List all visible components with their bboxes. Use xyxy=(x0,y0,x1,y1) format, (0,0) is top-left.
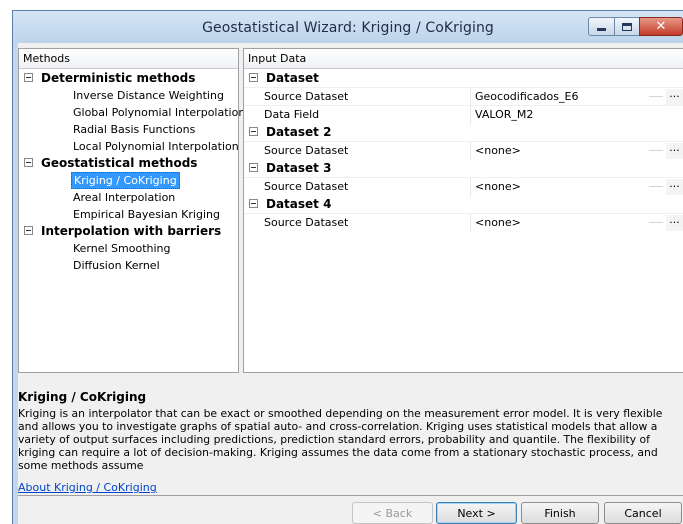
browse-button[interactable]: ... xyxy=(666,142,683,159)
tree-item-label: Areal Interpolation xyxy=(73,191,176,204)
dropdown-indicator xyxy=(649,222,663,223)
tree-item-label: Local Polynomial Interpolation xyxy=(73,140,239,153)
property-value[interactable]: VALOR_M2 xyxy=(475,108,652,124)
input-data-grid: Dataset Source Dataset Geocodificados_E6..… xyxy=(244,69,683,232)
methods-panel: Methods Deterministic methods Inverse Dis… xyxy=(18,48,245,373)
back-button[interactable]: < Back xyxy=(352,502,433,524)
dataset-section[interactable]: Dataset 3 xyxy=(244,159,683,177)
property-value[interactable]: Geocodificados_E6 xyxy=(475,90,652,106)
next-button[interactable]: Next > xyxy=(436,502,517,524)
dataset-section-label: Dataset 4 xyxy=(266,197,332,211)
tree-group-label: Deterministic methods xyxy=(41,71,196,85)
dropdown-indicator xyxy=(649,186,663,187)
wizard-client-area: Methods Deterministic methods Inverse Dis… xyxy=(18,43,683,524)
column-separator xyxy=(470,178,471,196)
property-row: Source Dataset Geocodificados_E6... xyxy=(244,87,683,106)
cancel-button[interactable]: Cancel xyxy=(604,502,682,524)
property-value[interactable]: <none> xyxy=(475,180,652,196)
property-value[interactable]: <none> xyxy=(475,144,652,160)
about-method-link[interactable]: About Kriging / CoKriging xyxy=(18,481,157,494)
tree-item[interactable]: Kernel Smoothing xyxy=(19,240,238,257)
collapse-icon[interactable] xyxy=(249,199,258,208)
dataset-section-label: Dataset xyxy=(266,71,319,85)
tree-group[interactable]: Geostatistical methods xyxy=(19,155,238,172)
dropdown-indicator xyxy=(649,96,663,97)
tree-item[interactable]: Inverse Distance Weighting xyxy=(19,87,238,104)
browse-button[interactable]: ... xyxy=(666,88,683,105)
tree-item[interactable]: Global Polynomial Interpolation xyxy=(19,104,245,121)
tree-group[interactable]: Interpolation with barriers xyxy=(19,223,238,240)
input-data-header: Input Data xyxy=(244,49,683,69)
collapse-icon[interactable] xyxy=(249,163,258,172)
property-name: Data Field xyxy=(264,108,320,121)
property-name: Source Dataset xyxy=(264,216,349,229)
methods-header: Methods xyxy=(19,49,238,69)
minimize-button[interactable] xyxy=(588,17,615,36)
dataset-section[interactable]: Dataset xyxy=(244,69,683,87)
tree-group-label: Interpolation with barriers xyxy=(41,224,222,238)
browse-button[interactable]: ... xyxy=(666,214,683,231)
tree-item-label: Global Polynomial Interpolation xyxy=(73,106,246,119)
window-title: Geostatistical Wizard: Kriging / CoKrigi… xyxy=(202,20,494,36)
collapse-icon[interactable] xyxy=(24,73,33,82)
tree-item[interactable]: Diffusion Kernel xyxy=(19,257,238,274)
tree-group[interactable]: Deterministic methods xyxy=(19,70,238,87)
tree-item-label: Radial Basis Functions xyxy=(73,123,196,136)
browse-button[interactable]: ... xyxy=(666,178,683,195)
maximize-button[interactable] xyxy=(614,17,640,36)
collapse-icon[interactable] xyxy=(24,226,33,235)
property-name: Source Dataset xyxy=(264,180,349,193)
minimize-icon xyxy=(597,28,606,31)
property-row: Source Dataset <none>... xyxy=(244,141,683,160)
column-separator xyxy=(470,142,471,160)
divider xyxy=(18,495,683,496)
tree-item-label: Empirical Bayesian Kriging xyxy=(73,208,220,221)
tree-item[interactable]: Local Polynomial Interpolation xyxy=(19,138,239,155)
property-name: Source Dataset xyxy=(264,144,349,157)
column-separator xyxy=(470,106,471,124)
tree-item-label: Inverse Distance Weighting xyxy=(73,89,224,102)
close-icon: ✕ xyxy=(655,19,667,34)
maximize-icon xyxy=(622,22,632,31)
description-text: Kriging is an interpolator that can be e… xyxy=(18,407,663,472)
input-data-panel: Input Data Dataset Source Dataset Geocodif… xyxy=(243,48,683,373)
close-button[interactable]: ✕ xyxy=(639,17,683,36)
dataset-section-label: Dataset 2 xyxy=(266,125,332,139)
column-separator xyxy=(470,214,471,232)
collapse-icon[interactable] xyxy=(249,73,258,82)
dataset-section-label: Dataset 3 xyxy=(266,161,332,175)
dataset-section[interactable]: Dataset 4 xyxy=(244,195,683,213)
property-name: Source Dataset xyxy=(264,90,349,103)
property-row: Source Dataset <none>... xyxy=(244,177,683,196)
tree-item-label: Diffusion Kernel xyxy=(73,259,160,272)
collapse-icon[interactable] xyxy=(249,127,258,136)
title-bar[interactable]: Geostatistical Wizard: Kriging / CoKrigi… xyxy=(13,11,683,43)
property-value[interactable]: <none> xyxy=(475,216,652,232)
wizard-window: Geostatistical Wizard: Kriging / CoKrigi… xyxy=(12,10,683,524)
tree-item[interactable]: Kriging / CoKriging xyxy=(19,172,238,189)
tree-item[interactable]: Empirical Bayesian Kriging xyxy=(19,206,238,223)
dropdown-indicator xyxy=(649,150,663,151)
tree-item-label: Kernel Smoothing xyxy=(73,242,171,255)
property-row: Data Field VALOR_M2 xyxy=(244,105,683,124)
column-separator xyxy=(470,88,471,106)
description-title: Kriging / CoKriging xyxy=(18,390,147,404)
property-row: Source Dataset <none>... xyxy=(244,213,683,232)
tree-item[interactable]: Areal Interpolation xyxy=(19,189,238,206)
dataset-section[interactable]: Dataset 2 xyxy=(244,123,683,141)
finish-button[interactable]: Finish xyxy=(521,502,599,524)
tree-item[interactable]: Radial Basis Functions xyxy=(19,121,238,138)
tree-item-label: Kriging / CoKriging xyxy=(71,172,180,189)
tree-group-label: Geostatistical methods xyxy=(41,156,198,170)
methods-tree: Deterministic methods Inverse Distance We… xyxy=(19,69,245,274)
collapse-icon[interactable] xyxy=(24,158,33,167)
